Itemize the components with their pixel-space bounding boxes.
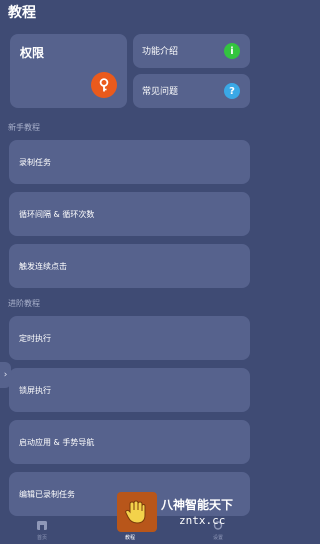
chevron-right-icon: › bbox=[3, 370, 8, 380]
beginner-section-title: 新手教程 bbox=[8, 123, 40, 132]
key-icon bbox=[91, 72, 117, 98]
permission-label: 权限 bbox=[20, 46, 45, 60]
tutorial-item-scheduled[interactable]: 定时执行 bbox=[9, 316, 250, 360]
nav-home-label: 首页 bbox=[36, 535, 47, 541]
advanced-section-title: 进阶教程 bbox=[8, 299, 40, 308]
watermark-logo bbox=[117, 492, 157, 532]
feature-intro-card[interactable]: 功能介绍 i bbox=[133, 34, 250, 68]
faq-label: 常见问题 bbox=[142, 87, 179, 97]
site-watermark: 八神智能天下 zntx.cc bbox=[117, 492, 253, 534]
tutorial-item-record[interactable]: 录制任务 bbox=[9, 140, 250, 184]
tutorial-item-label: 启动应用 & 手势导航 bbox=[19, 438, 95, 447]
tutorial-item-continuous-click[interactable]: 触发连续点击 bbox=[9, 244, 250, 288]
tutorial-item-label: 锁屏执行 bbox=[19, 386, 51, 395]
tutorial-item-label: 定时执行 bbox=[19, 334, 51, 343]
nav-home[interactable]: 首页 bbox=[12, 516, 72, 541]
help-icon: ? bbox=[224, 83, 240, 99]
info-icon: i bbox=[224, 43, 240, 59]
tutorial-item-label: 触发连续点击 bbox=[19, 262, 67, 271]
watermark-line1: 八神智能天下 bbox=[161, 498, 234, 512]
tutorial-item-launch-app[interactable]: 启动应用 & 手势导航 bbox=[9, 420, 250, 464]
side-drawer-handle[interactable]: › bbox=[0, 362, 11, 388]
tutorial-item-lockscreen[interactable]: 锁屏执行 bbox=[9, 368, 250, 412]
tutorial-item-label: 录制任务 bbox=[19, 158, 51, 167]
tutorial-item-label: 编辑已录制任务 bbox=[19, 490, 75, 499]
permission-card[interactable]: 权限 bbox=[10, 34, 127, 108]
home-icon bbox=[37, 521, 47, 530]
faq-card[interactable]: 常见问题 ? bbox=[133, 74, 250, 108]
tutorial-item-label: 循环间隔 & 循环次数 bbox=[19, 210, 95, 219]
nav-tutorial-label: 教程 bbox=[124, 535, 135, 541]
hand-pointer-icon bbox=[125, 500, 146, 524]
feature-intro-label: 功能介绍 bbox=[142, 47, 179, 57]
page-title: 教程 bbox=[8, 5, 36, 21]
nav-settings-label: 设置 bbox=[212, 535, 223, 541]
watermark-line2: zntx.cc bbox=[179, 514, 226, 527]
tutorial-item-loop[interactable]: 循环间隔 & 循环次数 bbox=[9, 192, 250, 236]
